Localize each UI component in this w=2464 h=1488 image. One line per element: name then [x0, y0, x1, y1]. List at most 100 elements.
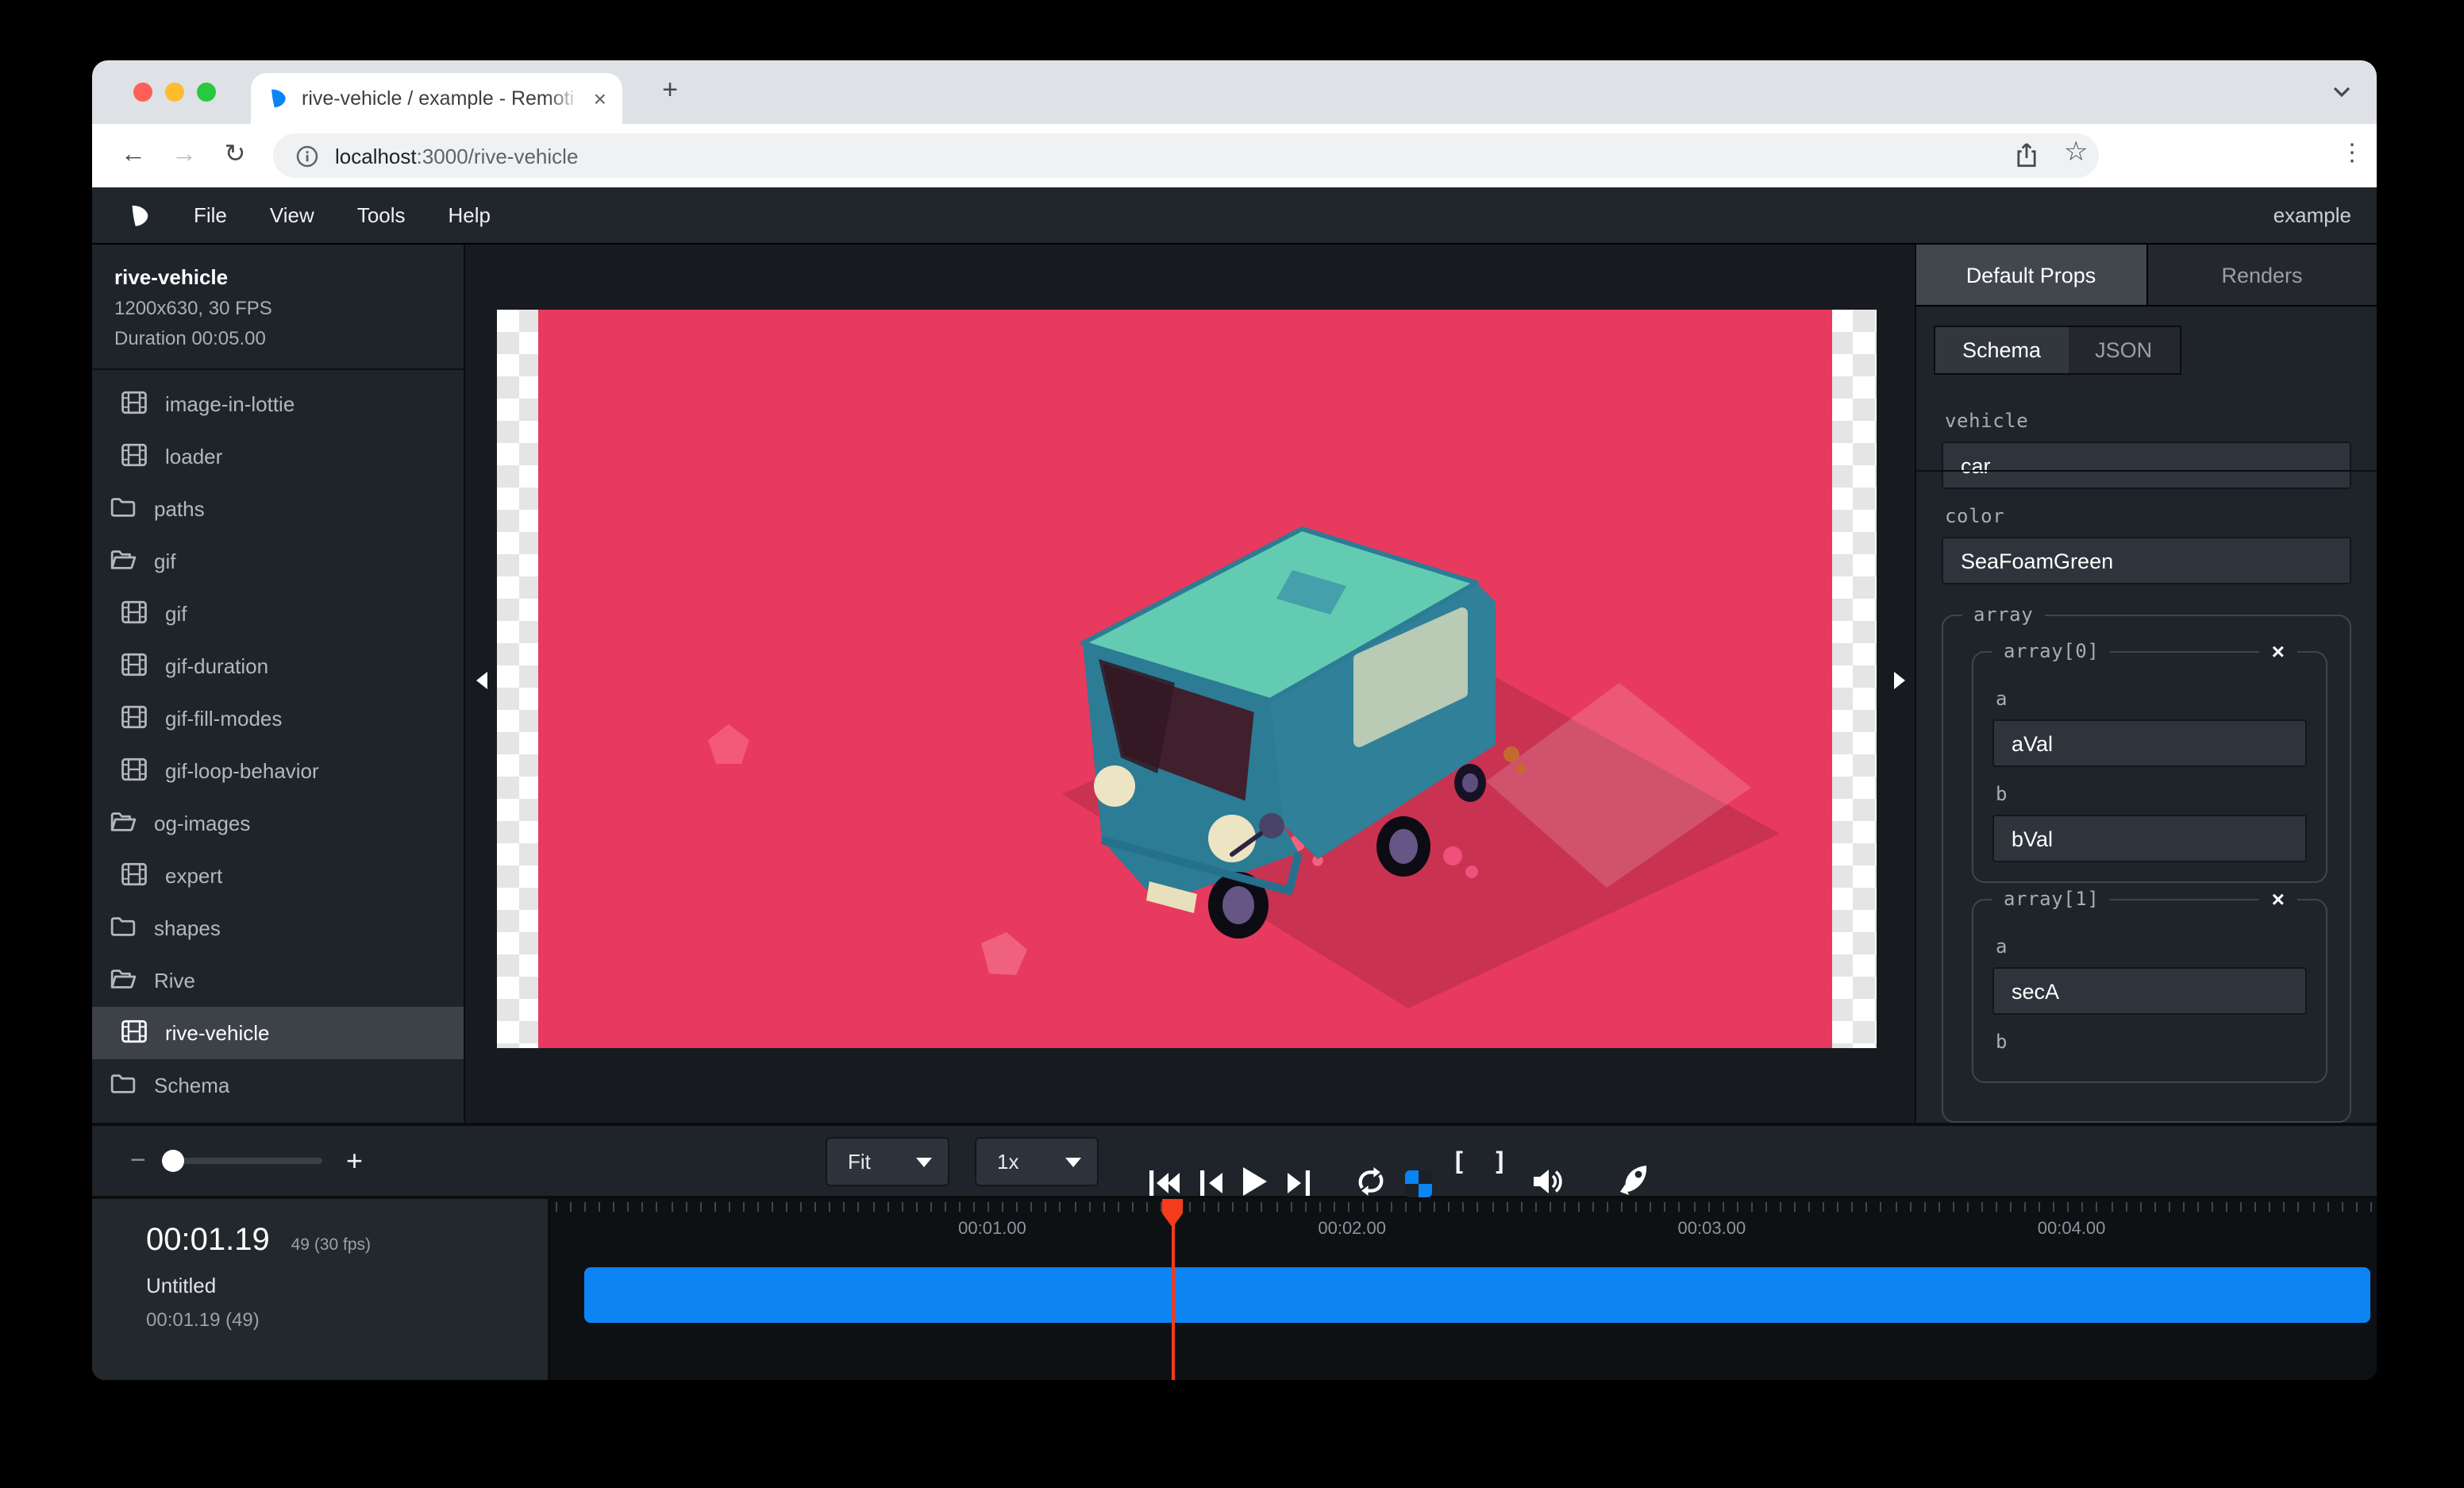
- chevron-down-icon[interactable]: [2332, 83, 2351, 102]
- ruler-tick: [1550, 1202, 1551, 1212]
- ruler-tick: [2183, 1202, 2185, 1212]
- ruler-tick: [844, 1202, 845, 1212]
- sidebar-item-label: gif-duration: [165, 654, 268, 678]
- ruler-tick: [2139, 1202, 2141, 1212]
- zoom-slider-knob[interactable]: [162, 1150, 184, 1172]
- sidebar-item-shapes[interactable]: shapes: [92, 902, 464, 954]
- ruler-tick: [671, 1202, 672, 1212]
- collapse-right-panel-icon[interactable]: [1892, 670, 1907, 691]
- fit-select[interactable]: Fit: [826, 1137, 949, 1186]
- composition-title: rive-vehicle: [114, 265, 464, 289]
- maximize-window-button[interactable]: [197, 83, 216, 102]
- sidebar-item-gif[interactable]: gif: [92, 535, 464, 588]
- share-icon[interactable]: [2013, 141, 2040, 170]
- ruler-tick: [887, 1202, 888, 1212]
- playback-speed-select[interactable]: 1x: [975, 1137, 1099, 1186]
- new-tab-button[interactable]: +: [651, 75, 689, 106]
- ruler-tick: [1506, 1202, 1507, 1212]
- sidebar-item-loader[interactable]: loader: [92, 430, 464, 483]
- sidebar-item-schema[interactable]: Schema: [92, 1059, 464, 1112]
- ruler-tick: [1132, 1202, 1134, 1212]
- browser-menu-icon[interactable]: ⋮: [2340, 138, 2364, 167]
- back-button[interactable]: ←: [114, 138, 152, 173]
- ruler-tick: [757, 1202, 759, 1212]
- remove-array-item-icon[interactable]: ×: [2259, 638, 2297, 664]
- address-bar[interactable]: localhost:3000/rive-vehicle ☆: [273, 133, 2099, 178]
- array-field-label-b: b: [1996, 783, 2307, 805]
- sidebar-item-gif-fill-modes[interactable]: gif-fill-modes: [92, 692, 464, 745]
- current-frame-info: 49 (30 fps): [291, 1236, 371, 1255]
- ruler-tick: [2169, 1202, 2170, 1212]
- menu-item-file[interactable]: File: [194, 203, 227, 227]
- ruler-tick: [685, 1202, 687, 1212]
- array-field-input-a[interactable]: aVal: [1992, 719, 2307, 767]
- array-field-label-a: a: [1996, 935, 2307, 958]
- ruler-tick: [945, 1202, 946, 1212]
- sidebar-item-rive[interactable]: Rive: [92, 954, 464, 1007]
- reload-button[interactable]: ↻: [216, 138, 254, 173]
- menu-item-tools[interactable]: Tools: [357, 203, 406, 227]
- ruler-tick: [1492, 1202, 1493, 1212]
- ruler-tick: [1996, 1202, 1997, 1212]
- ruler-tick: [1060, 1202, 1061, 1212]
- sidebar-item-paths[interactable]: paths: [92, 483, 464, 535]
- tab-renders[interactable]: Renders: [2147, 245, 2377, 305]
- toggle-schema[interactable]: Schema: [1935, 327, 2068, 373]
- tab-default-props[interactable]: Default Props: [1916, 245, 2147, 305]
- sidebar-item-expert[interactable]: expert: [92, 850, 464, 902]
- ruler-tick: [614, 1202, 615, 1212]
- array-item-fieldset-0: array[0]×aaValbbVal: [1972, 651, 2327, 883]
- ruler-tick: [2298, 1202, 2300, 1212]
- menu-item-view[interactable]: View: [270, 203, 314, 227]
- ruler-label: 00:02.00: [1318, 1220, 1386, 1239]
- timeline-track-bar[interactable]: [584, 1267, 2370, 1323]
- sidebar-item-gif-duration[interactable]: gif-duration: [92, 640, 464, 692]
- site-info-icon[interactable]: [295, 144, 319, 168]
- array-field-label-b: b: [1996, 1031, 2307, 1053]
- set-out-point-icon[interactable]: ]: [1492, 1126, 1507, 1196]
- collapse-left-panel-icon[interactable]: [475, 670, 489, 691]
- compositions-sidebar: rive-vehicle 1200x630, 30 FPS Duration 0…: [92, 245, 465, 1123]
- forward-button[interactable]: →: [165, 138, 203, 173]
- current-time: 00:01.19: [146, 1223, 270, 1258]
- sidebar-item-label: gif-fill-modes: [165, 707, 282, 731]
- url-text[interactable]: localhost:3000/rive-vehicle: [335, 144, 578, 168]
- zoom-slider[interactable]: [164, 1158, 322, 1164]
- prop-input-vehicle[interactable]: car: [1942, 441, 2351, 489]
- sidebar-item-gif[interactable]: gif: [92, 588, 464, 640]
- sidebar-item-rive-vehicle[interactable]: rive-vehicle: [92, 1007, 464, 1059]
- minimize-window-button[interactable]: [165, 83, 184, 102]
- ruler-tick: [1981, 1202, 1983, 1212]
- tab-close-icon[interactable]: ×: [594, 87, 606, 110]
- sidebar-item-image-in-lottie[interactable]: image-in-lottie: [92, 378, 464, 430]
- zoom-in-button[interactable]: +: [346, 1126, 363, 1196]
- ruler-tick: [1074, 1202, 1076, 1212]
- sidebar-item-og-images[interactable]: og-images: [92, 797, 464, 850]
- set-in-point-icon[interactable]: [: [1451, 1126, 1466, 1196]
- ruler-tick: [2284, 1202, 2285, 1212]
- sidebar-item-label: gif: [165, 602, 187, 626]
- ruler-tick: [1722, 1202, 1723, 1212]
- timeline-info-panel: 00:01.19 49 (30 fps) Untitled 00:01.19 (…: [92, 1199, 551, 1380]
- toggle-json[interactable]: JSON: [2068, 327, 2179, 373]
- timeline-tracks-area[interactable]: 00:01.0000:02.0000:03.0000:04.00: [551, 1199, 2377, 1380]
- prop-fields: vehiclecarcolorSeaFoamGreen: [1942, 410, 2351, 584]
- zoom-out-button[interactable]: −: [130, 1126, 146, 1196]
- ruler-tick: [2111, 1202, 2112, 1212]
- array-field-input-b[interactable]: bVal: [1992, 815, 2307, 862]
- menu-item-help[interactable]: Help: [449, 203, 491, 227]
- browser-tab[interactable]: rive-vehicle / example - Remoti ×: [251, 73, 622, 124]
- ruler-tick: [584, 1202, 586, 1212]
- sidebar-item-label: loader: [165, 445, 222, 468]
- playhead[interactable]: [1162, 1199, 1183, 1380]
- prop-input-color[interactable]: SeaFoamGreen: [1942, 537, 2351, 584]
- ruler-tick: [1146, 1202, 1148, 1212]
- array-field-input-a[interactable]: secA: [1992, 967, 2307, 1015]
- props-panel: Default Props Renders Schema JSON vehicl…: [1915, 245, 2377, 1123]
- ruler-tick: [1679, 1202, 1681, 1212]
- bookmark-star-icon[interactable]: ☆: [2064, 137, 2089, 168]
- sidebar-item-gif-loop-behavior[interactable]: gif-loop-behavior: [92, 745, 464, 797]
- close-window-button[interactable]: [133, 83, 152, 102]
- remove-array-item-icon[interactable]: ×: [2259, 886, 2297, 912]
- track-name[interactable]: Untitled: [146, 1274, 548, 1297]
